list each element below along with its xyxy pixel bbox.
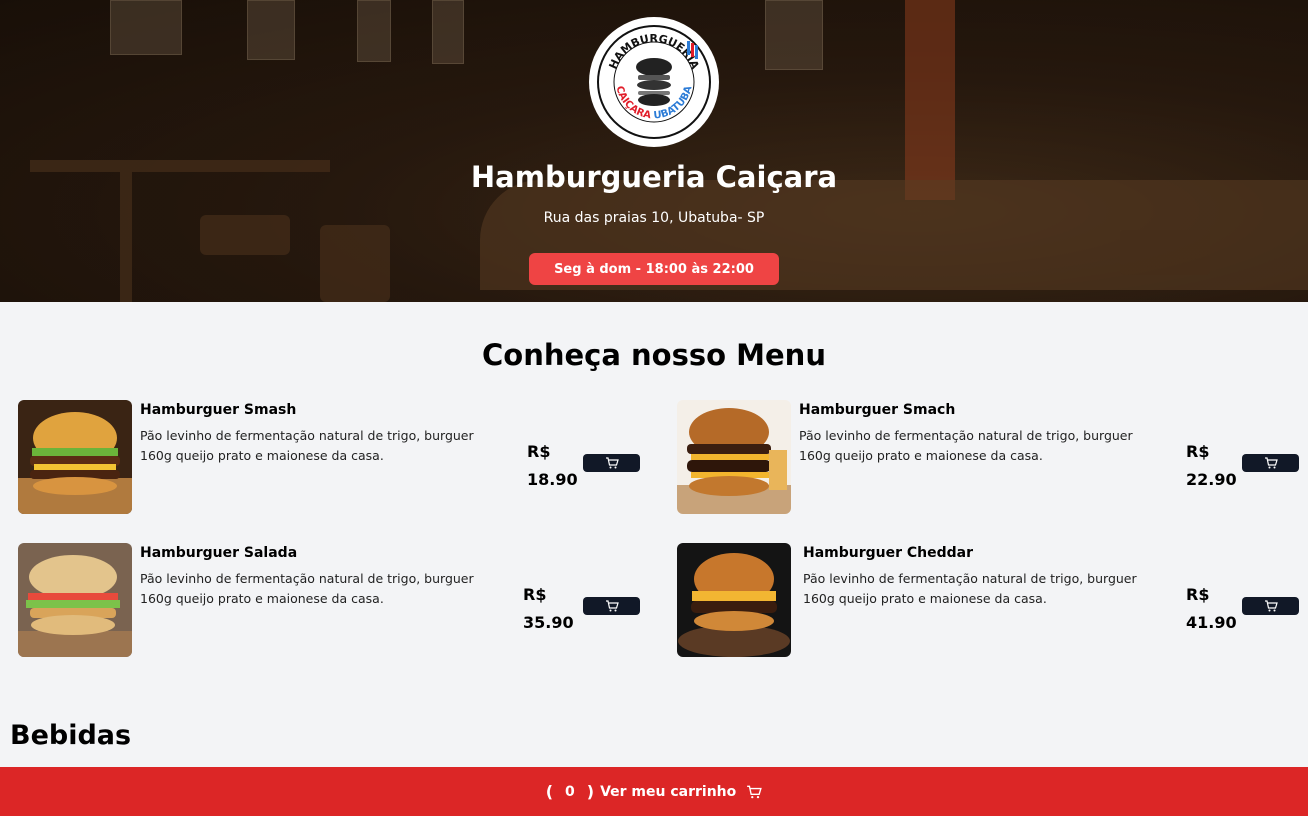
wall-picture xyxy=(357,0,391,62)
item-description: Pão levinho de fermentação natural de tr… xyxy=(140,428,474,463)
cart-icon xyxy=(605,600,619,612)
item-price: R$ 18.90 xyxy=(527,438,578,494)
item-price: R$ 22.90 xyxy=(1186,438,1237,494)
drinks-section-title: Bebidas xyxy=(10,720,132,751)
burger-photo xyxy=(677,400,791,514)
item-name: Hamburguer Smash xyxy=(140,402,297,418)
item-price: R$ 35.90 xyxy=(523,581,574,637)
menu-title: Conheça nosso Menu xyxy=(482,338,826,372)
price-value: 22.90 xyxy=(1186,470,1237,489)
price-currency: R$ xyxy=(527,442,551,461)
cart-icon xyxy=(747,785,763,798)
restaurant-name: Hamburgueria Caiçara xyxy=(470,160,838,194)
cart-icon xyxy=(605,457,619,469)
menu-item: Hamburguer Smash Pão levinho de fermenta… xyxy=(18,400,648,515)
item-name: Hamburguer Cheddar xyxy=(803,545,974,561)
view-cart-button[interactable]: ( 0 ) Ver meu carrinho xyxy=(0,767,1308,816)
hero-banner: HAMBURGUERIA CAIÇARA UBATUBA Hamburgueri… xyxy=(0,0,1308,302)
add-to-cart-button[interactable] xyxy=(583,454,640,472)
cart-icon xyxy=(1264,600,1278,612)
menu-item: Hamburguer Cheddar Pão levinho de fermen… xyxy=(677,543,1307,658)
cart-count: 0 xyxy=(565,783,575,800)
restaurant-chair xyxy=(320,225,390,302)
cart-count-close: ) xyxy=(586,782,595,801)
price-value: 35.90 xyxy=(523,613,574,632)
price-currency: R$ xyxy=(1186,585,1210,604)
restaurant-address: Rua das praias 10, Ubatuba- SP xyxy=(543,210,765,226)
item-price: R$ 41.90 xyxy=(1186,581,1237,637)
add-to-cart-button[interactable] xyxy=(1242,597,1299,615)
opening-hours-badge: Seg à dom - 18:00 às 22:00 xyxy=(529,253,779,285)
restaurant-logo: HAMBURGUERIA CAIÇARA UBATUBA xyxy=(589,17,719,147)
menu-item: Hamburguer Smach Pão levinho de fermenta… xyxy=(677,400,1307,515)
burger-photo xyxy=(677,543,791,657)
wall-picture xyxy=(247,0,295,60)
item-description: Pão levinho de fermentação natural de tr… xyxy=(140,571,474,606)
item-description: Pão levinho de fermentação natural de tr… xyxy=(803,571,1137,606)
wall-picture xyxy=(110,0,182,55)
item-description: Pão levinho de fermentação natural de tr… xyxy=(799,428,1133,463)
wall-picture xyxy=(432,0,464,64)
price-value: 18.90 xyxy=(527,470,578,489)
price-currency: R$ xyxy=(1186,442,1210,461)
burger-photo xyxy=(18,400,132,514)
price-value: 41.90 xyxy=(1186,613,1237,632)
add-to-cart-button[interactable] xyxy=(1242,454,1299,472)
item-name: Hamburguer Smach xyxy=(799,402,956,418)
menu-item: Hamburguer Salada Pão levinho de ferment… xyxy=(18,543,648,658)
cart-icon xyxy=(1264,457,1278,469)
price-currency: R$ xyxy=(523,585,547,604)
cart-count-open: ( xyxy=(545,782,554,801)
restaurant-table xyxy=(1120,230,1210,275)
burger-photo xyxy=(18,543,132,657)
wall-picture xyxy=(765,0,823,70)
view-cart-label: Ver meu carrinho xyxy=(600,783,737,800)
item-name: Hamburguer Salada xyxy=(140,545,298,561)
burger-logo-icon: HAMBURGUERIA CAIÇARA UBATUBA xyxy=(597,25,711,139)
add-to-cart-button[interactable] xyxy=(583,597,640,615)
